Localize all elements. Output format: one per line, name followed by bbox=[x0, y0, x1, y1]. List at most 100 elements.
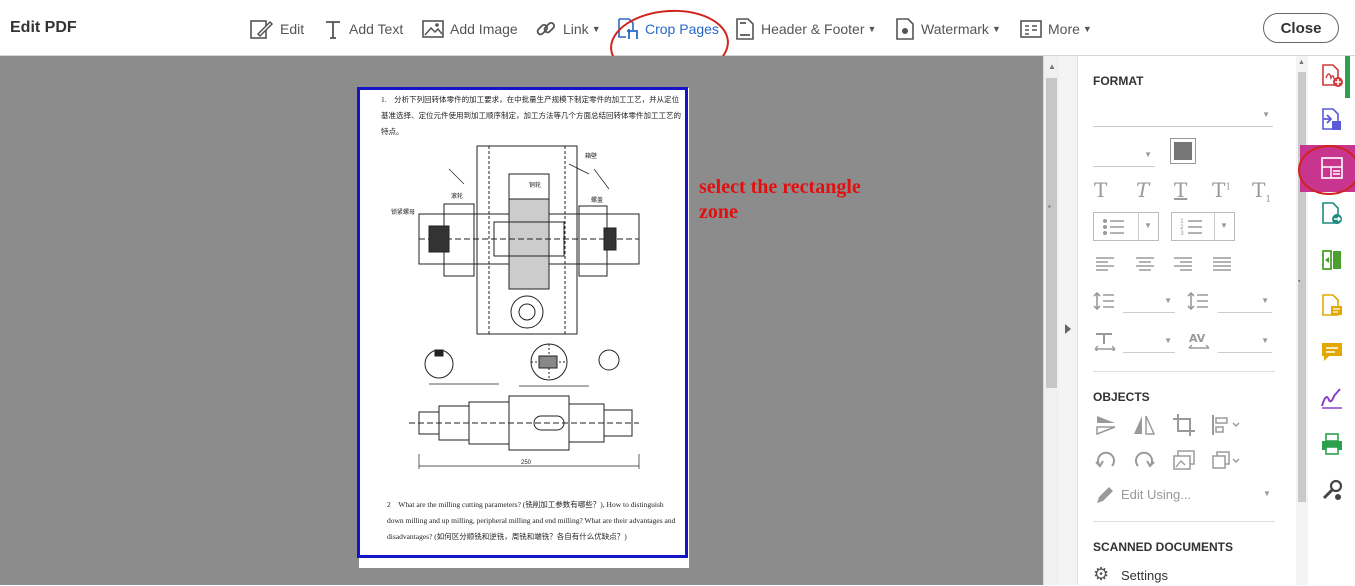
paragraph-spacing-icon[interactable] bbox=[1187, 291, 1209, 311]
format-section-title: FORMAT bbox=[1093, 74, 1144, 88]
text-underline-icon[interactable]: T bbox=[1174, 178, 1187, 202]
crop-rectangle[interactable] bbox=[357, 87, 688, 558]
chevron-down-icon: ▼ bbox=[1263, 489, 1271, 498]
text-superscript-icon[interactable]: T1 bbox=[1212, 178, 1231, 202]
link-label: Link bbox=[563, 21, 589, 37]
comment-document-icon[interactable] bbox=[1320, 294, 1344, 318]
numbered-list-dropdown[interactable]: 123 ▼ bbox=[1171, 212, 1235, 241]
add-text-icon bbox=[326, 21, 340, 39]
character-spacing-icon[interactable]: AV bbox=[1187, 331, 1211, 351]
arrange-objects-icon[interactable] bbox=[1211, 450, 1243, 472]
text-subscript-icon[interactable]: T1 bbox=[1252, 178, 1271, 205]
header-footer-icon bbox=[736, 18, 754, 40]
toolbar-title: Edit PDF bbox=[10, 19, 77, 36]
edit-label: Edit bbox=[280, 21, 305, 37]
align-right-icon[interactable] bbox=[1173, 256, 1193, 272]
edit-using-dropdown[interactable]: Edit Using... ▼ bbox=[1093, 484, 1275, 506]
scroll-middle-icon: ▪ bbox=[1298, 278, 1301, 285]
text-bold-t-icon[interactable]: T bbox=[1094, 178, 1107, 202]
edit-using-label: Edit Using... bbox=[1121, 487, 1192, 502]
header-footer-button[interactable]: Header & Footer ▼ bbox=[735, 16, 876, 42]
align-center-icon[interactable] bbox=[1135, 256, 1155, 272]
section-divider bbox=[1093, 371, 1275, 372]
more-tools-wrench-icon[interactable] bbox=[1320, 478, 1344, 502]
font-family-dropdown[interactable]: ▼ bbox=[1093, 104, 1273, 127]
paragraph-spacing-dropdown[interactable]: ▼ bbox=[1218, 290, 1272, 313]
character-spacing-dropdown[interactable]: ▼ bbox=[1218, 330, 1272, 353]
chevron-down-icon: ▼ bbox=[1164, 336, 1172, 345]
panel-scrollbar-thumb[interactable] bbox=[1298, 72, 1306, 502]
settings-label: Settings bbox=[1121, 568, 1168, 583]
flip-vertical-icon[interactable] bbox=[1095, 413, 1117, 437]
document-scrollbar[interactable]: ▲ ▪ bbox=[1043, 56, 1059, 585]
align-justify-icon[interactable] bbox=[1212, 256, 1232, 272]
add-image-button[interactable]: Add Image bbox=[422, 16, 518, 42]
watermark-button[interactable]: Watermark ▼ bbox=[895, 16, 1001, 42]
watermark-icon bbox=[896, 18, 914, 40]
print-production-icon[interactable] bbox=[1320, 432, 1344, 456]
chevron-down-icon: ▼ bbox=[1082, 24, 1092, 34]
svg-text:AV: AV bbox=[1189, 332, 1206, 345]
line-spacing-dropdown[interactable]: ▼ bbox=[1123, 290, 1175, 313]
chevron-down-icon: ▼ bbox=[1164, 296, 1172, 305]
bullet-list-dropdown[interactable]: ▼ bbox=[1093, 212, 1159, 241]
rotate-clockwise-icon[interactable] bbox=[1133, 449, 1155, 471]
close-button[interactable]: Close bbox=[1263, 13, 1339, 43]
more-icon bbox=[1020, 20, 1042, 38]
align-objects-icon[interactable] bbox=[1211, 414, 1243, 436]
edit-icon bbox=[250, 20, 274, 39]
chevron-down-icon: ▼ bbox=[1261, 336, 1269, 345]
organize-pages-icon[interactable] bbox=[1320, 248, 1344, 272]
more-label: More bbox=[1048, 21, 1080, 37]
link-button[interactable]: Link ▼ bbox=[535, 16, 601, 42]
chevron-down-icon: ▼ bbox=[1220, 221, 1228, 230]
text-italic-icon[interactable]: T bbox=[1136, 178, 1149, 202]
chevron-down-icon: ▼ bbox=[991, 24, 1001, 34]
comment-icon[interactable] bbox=[1320, 340, 1344, 364]
chevron-down-icon: ▼ bbox=[1262, 110, 1270, 119]
format-panel: FORMAT ▼ ▼ T T T T1 T1 ▼ 123 ▼ ▼ ▼ ▼ AV … bbox=[1078, 56, 1296, 585]
chevron-down-icon: ▼ bbox=[591, 24, 601, 34]
instruction-annotation: select the rectangle zone bbox=[699, 175, 929, 225]
gear-icon: ⚙ bbox=[1093, 564, 1110, 585]
bullet-list-icon bbox=[1103, 219, 1124, 235]
replace-image-icon[interactable] bbox=[1172, 449, 1196, 471]
edit-button[interactable]: Edit bbox=[250, 16, 304, 42]
export-pdf-icon[interactable] bbox=[1320, 108, 1344, 132]
crop-icon[interactable] bbox=[1172, 413, 1196, 437]
fill-sign-icon[interactable] bbox=[1320, 386, 1344, 410]
annotation-line-1: select the rectangle bbox=[699, 176, 861, 198]
add-image-label: Add Image bbox=[450, 21, 518, 37]
chevron-down-icon: ▼ bbox=[1144, 221, 1152, 230]
panel-collapse-strip[interactable] bbox=[1059, 56, 1078, 585]
more-button[interactable]: More ▼ bbox=[1020, 16, 1092, 42]
scanned-documents-section-title: SCANNED DOCUMENTS bbox=[1093, 540, 1234, 554]
chevron-down-icon: ▼ bbox=[1144, 150, 1152, 159]
edit-pdf-highlight-oval bbox=[1298, 145, 1355, 195]
font-size-dropdown[interactable]: ▼ bbox=[1093, 144, 1155, 167]
horizontal-scaling-icon[interactable] bbox=[1093, 331, 1117, 351]
add-text-button[interactable]: Add Text bbox=[323, 16, 403, 42]
panel-scrollbar[interactable]: ▲ ▪ bbox=[1296, 56, 1308, 585]
scroll-middle-icon: ▪ bbox=[1048, 202, 1051, 211]
font-color-swatch[interactable] bbox=[1170, 138, 1196, 164]
chevron-down-icon: ▼ bbox=[1261, 296, 1269, 305]
rail-scroll-indicator bbox=[1345, 56, 1350, 98]
create-pdf-icon[interactable] bbox=[1320, 64, 1344, 88]
align-left-icon[interactable] bbox=[1095, 256, 1115, 272]
tools-rail bbox=[1300, 56, 1355, 585]
horizontal-scaling-dropdown[interactable]: ▼ bbox=[1123, 330, 1175, 353]
rotate-counterclockwise-icon[interactable] bbox=[1095, 449, 1117, 471]
link-icon bbox=[536, 21, 556, 36]
numbered-list-icon: 123 bbox=[1180, 218, 1202, 236]
scrollbar-thumb[interactable] bbox=[1046, 78, 1057, 388]
header-footer-label: Header & Footer bbox=[761, 21, 865, 37]
flip-horizontal-icon[interactable] bbox=[1132, 413, 1156, 437]
scroll-up-icon[interactable]: ▲ bbox=[1048, 62, 1056, 71]
line-spacing-icon[interactable] bbox=[1093, 291, 1115, 311]
collapse-arrow-icon[interactable] bbox=[1065, 324, 1071, 334]
scroll-up-icon[interactable]: ▲ bbox=[1298, 59, 1305, 66]
section-divider bbox=[1093, 521, 1275, 522]
combine-files-icon[interactable] bbox=[1320, 202, 1344, 226]
objects-section-title: OBJECTS bbox=[1093, 390, 1150, 404]
